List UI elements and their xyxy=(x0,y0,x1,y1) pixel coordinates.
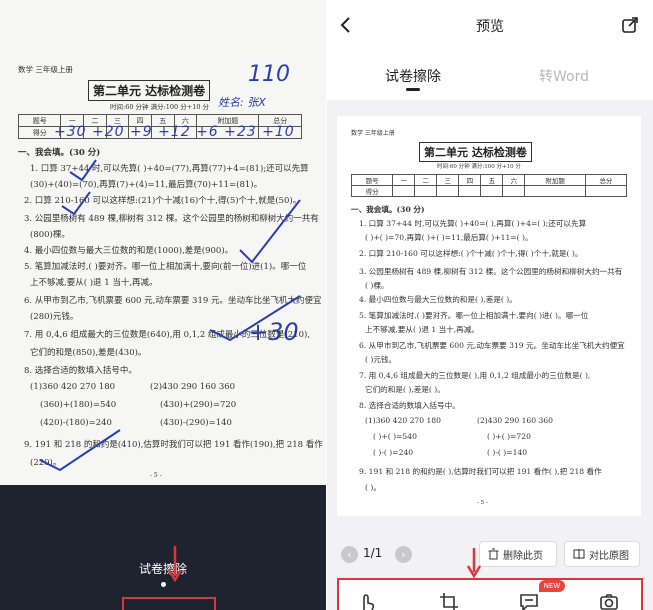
doc-header: 数学 三年级上册 xyxy=(351,130,395,137)
doc-q8a: (1)360 420 270 180 xyxy=(365,416,441,425)
original-photo-panel: 数学 三年级上册 110 姓名: 张X 第二单元 达标检测卷 时间:60 分钟 … xyxy=(0,0,326,610)
pager-bar: ‹ 1/1 › 删除此页 对比原图 xyxy=(327,536,653,572)
retake-icon[interactable] xyxy=(599,592,619,610)
doc-q8e: ( )-( )=240 xyxy=(373,448,414,457)
doc-q4: 4. 最小四位数与最大三位数的和是( ),差是( )。 xyxy=(359,295,517,304)
table-cell: 一 xyxy=(392,174,416,186)
doc-section-1: 一、我会填。(30 分) xyxy=(351,205,425,214)
doc-title: 第二单元 达标检测卷 xyxy=(419,142,532,162)
doc-q6: 6. 从甲市到乙市,飞机票要 600 元,动车票要 319 元。坐动车比坐飞机大… xyxy=(359,341,625,350)
nav-bar: 预览 xyxy=(327,0,653,52)
compare-original-button[interactable]: 对比原图 xyxy=(564,541,640,567)
delete-page-button[interactable]: 删除此页 xyxy=(479,541,557,567)
doc-q1b: ( )+( )=70,再算( )+( )=11,最后算( )+11=( )。 xyxy=(365,233,533,242)
doc-q1: 1. 口算 37+44 时,可以先算( )+40=( ),再算( )+4=( )… xyxy=(359,219,587,228)
doc-q7b: 它们的和是( ),差是( )。 xyxy=(365,385,445,394)
doc-q8b: (2)430 290 160 360 xyxy=(477,416,553,425)
original-photo: 数学 三年级上册 110 姓名: 张X 第二单元 达标检测卷 时间:60 分钟 … xyxy=(0,0,326,485)
erased-document: 数学 三年级上册 第二单元 达标检测卷 时间:60 分钟 满分:100 分+10… xyxy=(337,116,641,516)
erase-mode-label: 试卷擦除 xyxy=(138,562,187,576)
compare-icon xyxy=(573,549,585,559)
doc-q9b: ( )。 xyxy=(365,483,381,492)
highlight-box xyxy=(122,597,216,610)
tab-paper-erase[interactable]: 试卷擦除 xyxy=(385,66,441,86)
active-tab-indicator xyxy=(406,88,420,91)
doc-q8f: ( )-( )=140 xyxy=(487,448,528,457)
table-cell: 四 xyxy=(458,174,482,186)
new-badge: NEW xyxy=(539,580,565,592)
doc-subtitle: 时间:60 分钟 满分:100 分+10 分 xyxy=(437,164,521,170)
red-arrow-icon xyxy=(168,546,182,582)
doc-q6b: ( )元钱。 xyxy=(365,355,397,364)
share-icon[interactable] xyxy=(621,16,639,34)
doc-q3b: ( )棵。 xyxy=(365,281,389,290)
table-cell: 得分 xyxy=(350,185,394,197)
page-dot xyxy=(161,582,166,587)
mode-tabs: 试卷擦除 转Word xyxy=(327,52,653,100)
tab-to-word[interactable]: 转Word xyxy=(539,66,589,86)
hand-touch-icon[interactable] xyxy=(357,592,377,610)
doc-score-table: 题号 一 二 三 四 五 六 附加题 总分 得分 xyxy=(350,174,628,197)
doc-q5: 5. 笔算加减法时,( )要对齐。哪一位上相加满十,要向( )进( )。哪一位 xyxy=(359,311,589,320)
doc-q8d: ( )+( )=720 xyxy=(487,432,531,441)
doc-q8: 8. 选择合适的数填入括号中。 xyxy=(359,401,460,410)
red-arrow-icon xyxy=(467,548,481,578)
table-row: 题号 一 二 三 四 五 六 附加题 总分 xyxy=(350,174,628,186)
table-row: 得分 xyxy=(350,185,628,197)
doc-q8c: ( )+( )=540 xyxy=(373,432,417,441)
table-cell: 二 xyxy=(414,174,438,186)
table-cell: 三 xyxy=(436,174,460,186)
handwriting-marks xyxy=(39,159,301,472)
preview-panel: 预览 试卷擦除 转Word 数学 三年级上册 第二单元 达标检测卷 时间:60 … xyxy=(327,0,653,610)
doc-q9: 9. 191 和 218 的和约是( ),估算时我们可以把 191 看作( ),… xyxy=(359,467,602,476)
page-indicator: 1/1 xyxy=(363,546,383,560)
delete-page-label: 删除此页 xyxy=(503,550,543,562)
trash-icon xyxy=(488,548,499,560)
table-cell: 五 xyxy=(480,174,504,186)
doc-q2: 2. 口算 210-160 可以这样想:( )个十减( )个十,得( )个十,就… xyxy=(359,249,583,258)
table-cell: 六 xyxy=(502,174,526,186)
annotate-icon[interactable] xyxy=(519,592,539,610)
crop-icon[interactable] xyxy=(439,592,459,610)
page-title: 预览 xyxy=(476,19,504,35)
doc-page-number: - 5 - xyxy=(477,500,488,506)
next-page-button[interactable]: › xyxy=(395,546,412,563)
table-cell: 总分 xyxy=(584,174,628,186)
prev-page-button[interactable]: ‹ xyxy=(341,546,358,563)
table-cell: 题号 xyxy=(350,174,394,186)
table-cell: 附加题 xyxy=(524,174,586,186)
doc-q5b: 上不够减,要从( )退 1 当十,再减。 xyxy=(365,325,479,334)
compare-original-label: 对比原图 xyxy=(589,550,629,562)
doc-q7: 7. 用 0,4,6 组成最大的三位数是( ),用 0,1,2 组成最小的三位数… xyxy=(359,371,591,380)
doc-q3: 3. 公园里杨树有 489 棵,柳树有 312 棵。这个公园里的杨树和柳树大约一… xyxy=(359,267,623,276)
tool-bar xyxy=(337,578,643,610)
